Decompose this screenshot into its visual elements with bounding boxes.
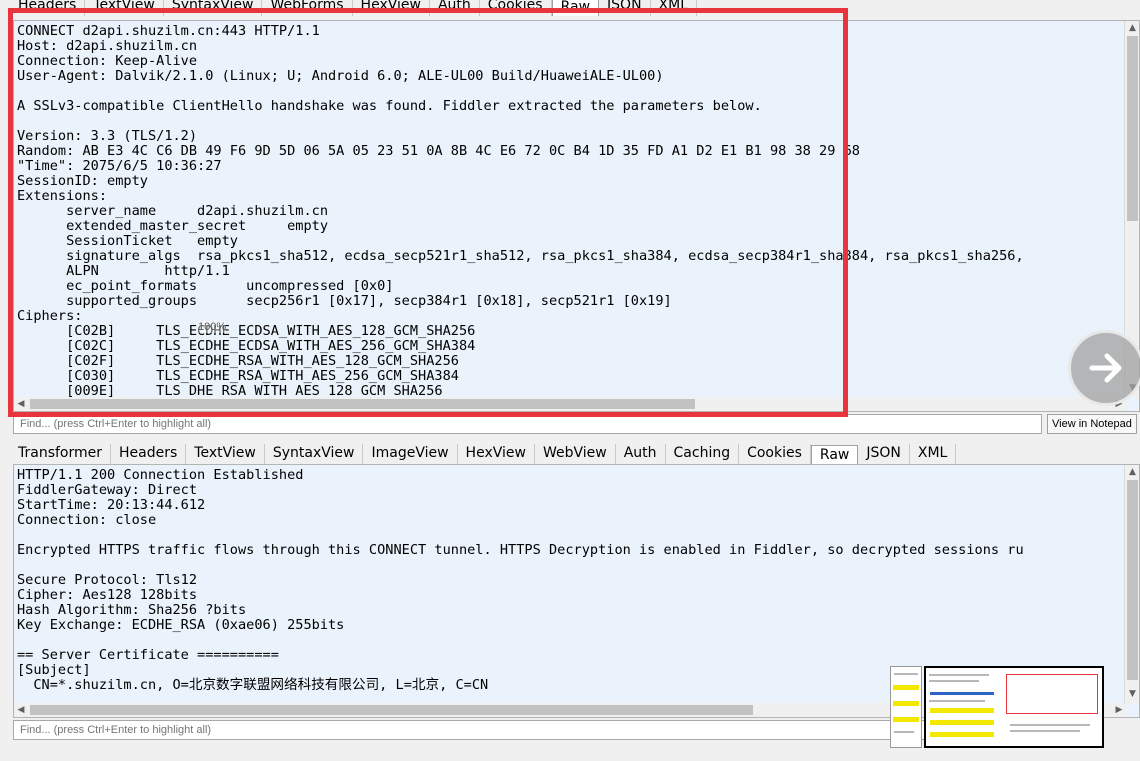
response-tab-textview[interactable]: TextView [186,444,265,464]
request-tab-webforms[interactable]: WebForms [262,0,353,16]
thumbnail-current[interactable] [924,666,1104,748]
arrow-right-icon [1089,353,1122,383]
response-tab-imageview[interactable]: ImageView [363,444,458,464]
next-button[interactable] [1068,330,1140,406]
request-tab-auth[interactable]: Auth [430,0,480,16]
screenshot-thumbnails [890,666,1104,748]
bottom-tab-strip: Transformer Headers TextView SyntaxView Imag… [10,442,1140,464]
request-tab-raw[interactable]: Raw [551,0,600,16]
request-tab-json[interactable]: JSON [599,0,651,16]
request-tab-hexview[interactable]: HexView [353,0,430,16]
response-tab-json[interactable]: JSON [858,444,910,464]
response-tab-cookies[interactable]: Cookies [739,444,811,464]
scroll-left-icon[interactable]: ◀ [14,703,28,717]
request-raw-text: CONNECT d2api.shuzilm.cn:443 HTTP/1.1 Ho… [17,23,1024,399]
scrollbar-thumb[interactable] [30,399,695,409]
response-tab-xml[interactable]: XML [910,444,957,464]
response-tab-hexview[interactable]: HexView [458,444,535,464]
request-tab-headers[interactable]: Headers [10,0,86,16]
scrollbar-thumb[interactable] [30,705,753,715]
scroll-up-icon[interactable]: ▲ [1125,21,1139,35]
response-tab-webview[interactable]: WebView [535,444,616,464]
response-tab-raw[interactable]: Raw [810,445,859,464]
scrollbar-thumb[interactable] [1127,36,1138,221]
find-input[interactable] [13,414,1042,434]
view-in-notepad-button[interactable]: View in Notepad [1047,414,1137,434]
response-vertical-scrollbar[interactable]: ▲ ▼ [1124,465,1139,703]
response-raw-text: HTTP/1.1 200 Connection Established Fidd… [17,467,1024,693]
top-tab-strip: Headers TextView SyntaxView WebForms HexView… [10,0,1140,16]
response-tab-syntaxview[interactable]: SyntaxView [265,444,364,464]
request-raw-pane[interactable]: CONNECT d2api.shuzilm.cn:443 HTTP/1.1 Ho… [13,20,1140,412]
request-tab-xml[interactable]: XML [651,0,698,16]
scroll-left-icon[interactable]: ◀ [14,397,28,411]
thumbnail-small[interactable] [890,666,922,748]
zoom-level-label: 100% [198,321,227,333]
scroll-down-icon[interactable]: ▼ [1125,687,1139,701]
find-bar: View in Notepad [13,414,1137,434]
request-tab-syntaxview[interactable]: SyntaxView [164,0,263,16]
response-tab-caching[interactable]: Caching [666,444,740,464]
request-tab-textview[interactable]: TextView [85,0,164,16]
response-tab-headers[interactable]: Headers [111,444,187,464]
response-tab-auth[interactable]: Auth [616,444,666,464]
scroll-up-icon[interactable]: ▲ [1125,465,1139,479]
response-tab-transformer[interactable]: Transformer [10,444,112,464]
pane-splitter[interactable] [0,437,1140,441]
scrollbar-thumb[interactable] [1127,480,1138,680]
request-horizontal-scrollbar[interactable]: ◀ ▶ [14,397,1126,411]
scroll-right-icon[interactable]: ▶ [1112,703,1126,717]
request-tab-cookies[interactable]: Cookies [480,0,552,16]
find-input-bottom[interactable] [13,720,1042,740]
